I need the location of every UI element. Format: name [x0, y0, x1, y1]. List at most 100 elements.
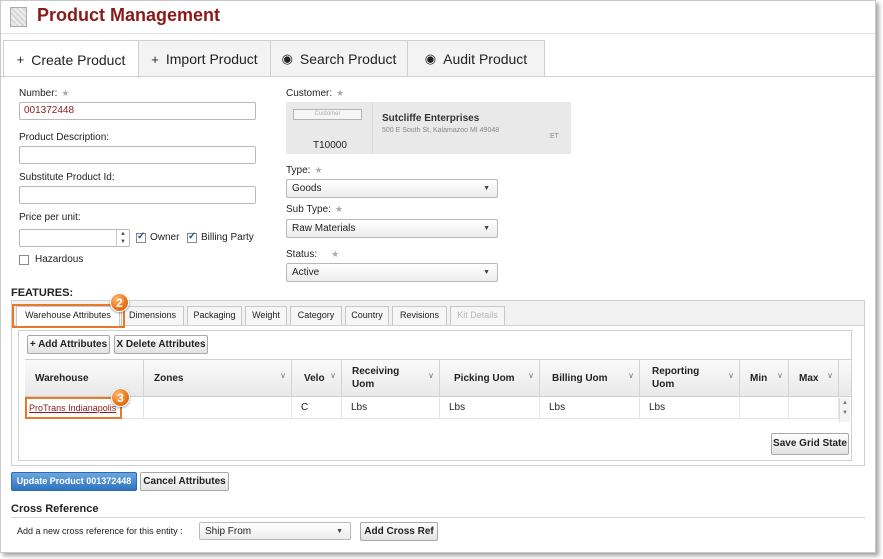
customer-divider	[372, 102, 373, 154]
column-menu-icon: ∨	[330, 371, 336, 380]
step-badge-2: 2	[110, 293, 129, 312]
cross-reference-title: Cross Reference	[11, 503, 99, 515]
cross-reference-select[interactable]: Ship From ▼	[199, 522, 351, 540]
type-label: Type: ★	[286, 165, 323, 176]
tab-create-product[interactable]: + Create Product	[3, 40, 139, 78]
dropdown-caret-icon: ▼	[336, 528, 343, 535]
cell-zones[interactable]	[144, 398, 292, 419]
type-select[interactable]: Goods ▼	[286, 179, 498, 198]
step-badge-3: 3	[111, 388, 130, 407]
grid-scrollbar[interactable]: ▲ ▼	[839, 398, 850, 422]
col-header-min[interactable]: Min ∨	[740, 359, 789, 397]
cell-receiving-uom[interactable]: Lbs	[342, 398, 440, 419]
substitute-label: Substitute Product Id:	[19, 172, 115, 183]
dropdown-caret-icon: ▼	[483, 225, 490, 232]
number-label: Number: ★	[19, 88, 70, 99]
plus-icon: +	[151, 51, 159, 67]
col-header-billing-uom[interactable]: Billing Uom ∨	[540, 359, 640, 397]
billing-checkbox-row: Billing Party	[187, 231, 254, 243]
cell-billing-uom[interactable]: Lbs	[540, 398, 640, 419]
add-cross-ref-button[interactable]: Add Cross Ref	[360, 522, 438, 541]
subtab-dimensions[interactable]: Dimensions	[121, 306, 184, 325]
features-title: FEATURES:	[11, 287, 74, 299]
page-title: Product Management	[37, 5, 221, 25]
cross-reference-prompt: Add a new cross reference for this entit…	[17, 526, 183, 536]
plus-icon: +	[16, 52, 25, 67]
tab-label: Search Product	[299, 51, 397, 67]
subtab-kit-details: Kit Details	[450, 306, 505, 325]
required-star-icon: ★	[334, 204, 343, 214]
delete-attributes-button[interactable]: X Delete Attributes	[114, 335, 208, 354]
column-menu-icon: ∨	[528, 371, 534, 380]
tab-audit-product[interactable]: ◉ Audit Product	[407, 40, 545, 77]
column-menu-icon: ∨	[777, 371, 783, 380]
customer-label: Customer: ★	[286, 88, 345, 99]
tabs-divider	[1, 76, 875, 77]
callout-marker-tab	[12, 304, 125, 328]
scroll-down-icon[interactable]: ▼	[840, 408, 850, 418]
cell-reporting-uom[interactable]: Lbs	[640, 398, 740, 419]
cell-velo[interactable]: C	[292, 398, 342, 419]
col-header-zones[interactable]: Zones ∨	[144, 359, 292, 397]
customer-address: 500 E South St, Kalamazoo MI 49048	[382, 127, 500, 134]
hazardous-label: Hazardous	[35, 254, 84, 265]
status-label: Status: ★	[286, 249, 340, 260]
col-header-max[interactable]: Max ∨	[789, 359, 839, 397]
price-stepper[interactable]: ▲ ▼	[116, 230, 129, 246]
customer-code: T10000	[313, 140, 347, 151]
tab-label: Create Product	[31, 51, 126, 68]
required-star-icon: ★	[61, 88, 70, 98]
col-header-reporting-uom[interactable]: Reporting Uom ∨	[640, 359, 740, 397]
required-star-icon: ★	[336, 88, 345, 98]
description-input[interactable]	[19, 146, 256, 164]
app-logo-icon	[10, 7, 27, 27]
col-header-receiving-uom[interactable]: Receiving Uom ∨	[342, 359, 440, 397]
scroll-up-icon[interactable]: ▲	[840, 398, 850, 408]
substitute-input[interactable]	[19, 186, 256, 204]
tab-search-product[interactable]: ◉ Search Product	[270, 40, 408, 77]
app-window: Product Management + Create Product + Im…	[0, 0, 876, 553]
column-menu-icon: ∨	[280, 371, 286, 380]
customer-name: Sutcliffe Enterprises	[382, 113, 480, 124]
cell-picking-uom[interactable]: Lbs	[440, 398, 540, 419]
header-divider	[1, 33, 875, 34]
subtab-category[interactable]: Category	[290, 306, 342, 325]
required-star-icon: ★	[314, 165, 323, 175]
subtype-label: Sub Type: ★	[286, 204, 343, 215]
number-input[interactable]: 001372448	[19, 102, 256, 120]
price-input[interactable]	[19, 229, 130, 247]
tab-import-product[interactable]: + Import Product	[138, 40, 271, 77]
subtype-select[interactable]: Raw Materials ▼	[286, 219, 498, 238]
update-product-button[interactable]: Update Product 001372448	[11, 472, 137, 491]
radio-icon: ◉	[424, 51, 437, 66]
cell-max[interactable]	[789, 398, 839, 419]
billing-party-label: Billing Party	[201, 232, 254, 243]
customer-timezone: ET	[550, 133, 559, 140]
status-select[interactable]: Active ▼	[286, 263, 498, 282]
save-grid-state-button[interactable]: Save Grid State	[771, 433, 849, 455]
billing-party-checkbox[interactable]	[187, 231, 197, 243]
customer-card[interactable]: Customer T10000 Sutcliffe Enterprises 50…	[286, 102, 571, 154]
hazardous-checkbox[interactable]	[19, 254, 29, 265]
owner-label: Owner	[150, 232, 180, 243]
subtab-weight[interactable]: Weight	[245, 306, 287, 325]
subtab-country[interactable]: Country	[345, 306, 389, 325]
radio-icon: ◉	[281, 51, 293, 66]
col-header-velo[interactable]: Velo ∨	[292, 359, 342, 397]
subtab-revisions[interactable]: Revisions	[392, 306, 447, 325]
customer-search-input[interactable]: Customer	[293, 109, 362, 120]
tab-label: Import Product	[165, 51, 258, 67]
cross-reference-divider	[11, 517, 865, 518]
cell-min[interactable]	[740, 398, 789, 419]
owner-checkbox[interactable]	[136, 231, 146, 243]
add-attributes-button[interactable]: + Add Attributes	[27, 335, 110, 354]
main-tabs: + Create Product + Import Product ◉ Sear…	[3, 40, 545, 78]
col-header-picking-uom[interactable]: Picking Uom ∨	[440, 359, 540, 397]
description-label: Product Description:	[19, 132, 110, 143]
subtab-packaging[interactable]: Packaging	[187, 306, 242, 325]
dropdown-caret-icon: ▼	[483, 269, 490, 276]
required-star-icon: ★	[331, 249, 340, 259]
cancel-attributes-button[interactable]: Cancel Attributes	[140, 472, 229, 491]
dropdown-caret-icon: ▼	[483, 185, 490, 192]
price-label: Price per unit:	[19, 212, 81, 223]
